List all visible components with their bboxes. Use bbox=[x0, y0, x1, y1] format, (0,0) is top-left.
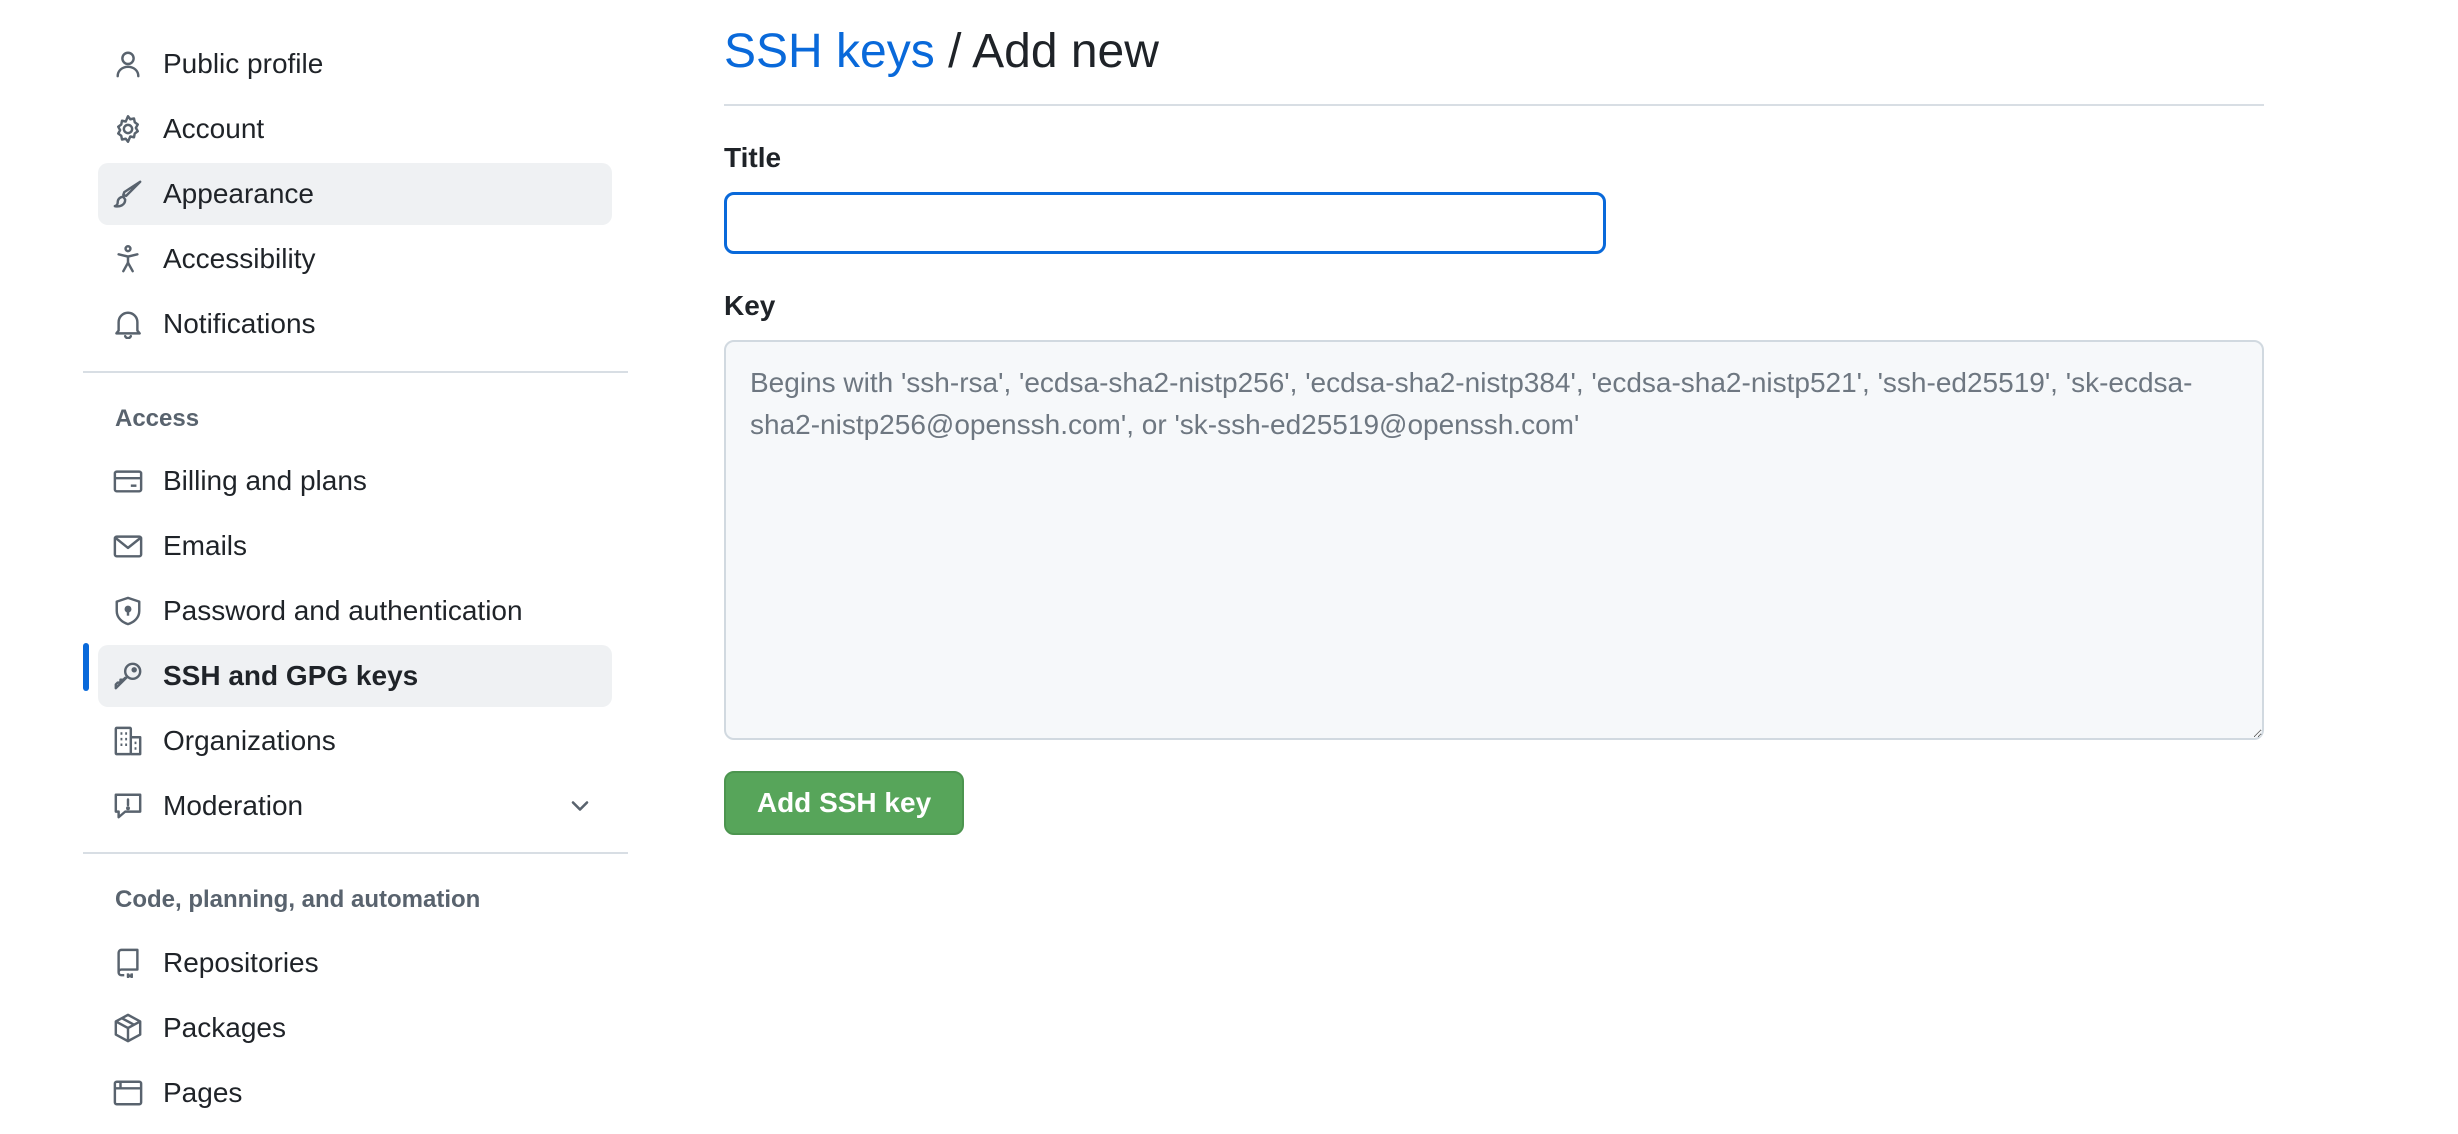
sidebar-item-label: Repositories bbox=[163, 947, 319, 978]
sidebar-heading-code: Code, planning, and automation bbox=[115, 886, 481, 913]
sidebar-item-account[interactable]: Account bbox=[98, 98, 612, 160]
sidebar-item-label: Account bbox=[163, 113, 265, 144]
sidebar-item-password[interactable]: Password and authentication bbox=[98, 580, 612, 642]
sidebar-item-label: Organizations bbox=[163, 725, 336, 756]
sidebar-heading-access: Access bbox=[115, 405, 200, 432]
breadcrumb-separator: / bbox=[948, 25, 962, 78]
title-input[interactable] bbox=[724, 192, 1606, 254]
person-icon bbox=[113, 49, 143, 79]
bell-icon bbox=[113, 309, 143, 339]
settings-sidebar: Public profile Account Appearance Access… bbox=[0, 0, 640, 1134]
sidebar-divider bbox=[83, 371, 628, 373]
sidebar-item-appearance[interactable]: Appearance bbox=[98, 163, 612, 225]
title-divider bbox=[724, 104, 2264, 106]
sidebar-item-ssh-gpg-keys[interactable]: SSH and GPG keys bbox=[98, 645, 612, 707]
sidebar-item-label: Emails bbox=[163, 530, 248, 561]
active-item-indicator bbox=[83, 643, 89, 691]
breadcrumb-current: Add new bbox=[972, 25, 1159, 78]
gear-icon bbox=[113, 114, 143, 144]
organization-icon bbox=[113, 726, 143, 756]
breadcrumb-ssh-keys-link[interactable]: SSH keys bbox=[724, 25, 935, 78]
sidebar-item-label: SSH and GPG keys bbox=[163, 660, 419, 691]
mail-icon bbox=[113, 531, 143, 561]
sidebar-item-moderation[interactable]: Moderation bbox=[98, 775, 612, 837]
sidebar-item-label: Moderation bbox=[163, 790, 304, 821]
sidebar-item-accessibility[interactable]: Accessibility bbox=[98, 228, 612, 290]
sidebar-divider bbox=[83, 852, 628, 854]
sidebar-item-billing[interactable]: Billing and plans bbox=[98, 450, 612, 512]
key-icon bbox=[113, 661, 143, 691]
sidebar-item-repositories[interactable]: Repositories bbox=[98, 932, 612, 994]
package-icon bbox=[113, 1013, 143, 1043]
sidebar-item-label: Packages bbox=[163, 1012, 286, 1043]
key-label: Key bbox=[724, 290, 776, 321]
sidebar-item-label: Pages bbox=[163, 1077, 243, 1108]
sidebar-item-label: Billing and plans bbox=[163, 465, 367, 496]
report-icon bbox=[113, 791, 143, 821]
chevron-down-icon[interactable] bbox=[566, 792, 594, 820]
accessibility-icon bbox=[113, 244, 143, 274]
browser-icon bbox=[113, 1078, 143, 1108]
sidebar-item-label: Notifications bbox=[163, 308, 316, 339]
key-textarea[interactable] bbox=[724, 340, 2264, 740]
shield-lock-icon bbox=[113, 596, 143, 626]
sidebar-item-label: Accessibility bbox=[163, 243, 316, 274]
repo-icon bbox=[113, 948, 143, 978]
sidebar-item-pages[interactable]: Pages bbox=[98, 1062, 612, 1124]
sidebar-item-organizations[interactable]: Organizations bbox=[98, 710, 612, 772]
add-ssh-key-button[interactable]: Add SSH key bbox=[724, 771, 964, 835]
sidebar-item-emails[interactable]: Emails bbox=[98, 515, 612, 577]
sidebar-item-label: Public profile bbox=[163, 48, 324, 79]
title-label: Title bbox=[724, 142, 782, 173]
paintbrush-icon bbox=[113, 179, 143, 209]
settings-page: Public profile Account Appearance Access… bbox=[0, 0, 2458, 1134]
sidebar-item-label: Password and authentication bbox=[163, 595, 523, 626]
sidebar-item-label: Appearance bbox=[163, 178, 315, 209]
sidebar-item-public-profile[interactable]: Public profile bbox=[98, 33, 612, 95]
page-title: SSH keys / Add new bbox=[724, 22, 1159, 82]
sidebar-item-notifications[interactable]: Notifications bbox=[98, 293, 612, 355]
sidebar-item-packages[interactable]: Packages bbox=[98, 997, 612, 1059]
credit-card-icon bbox=[113, 466, 143, 496]
